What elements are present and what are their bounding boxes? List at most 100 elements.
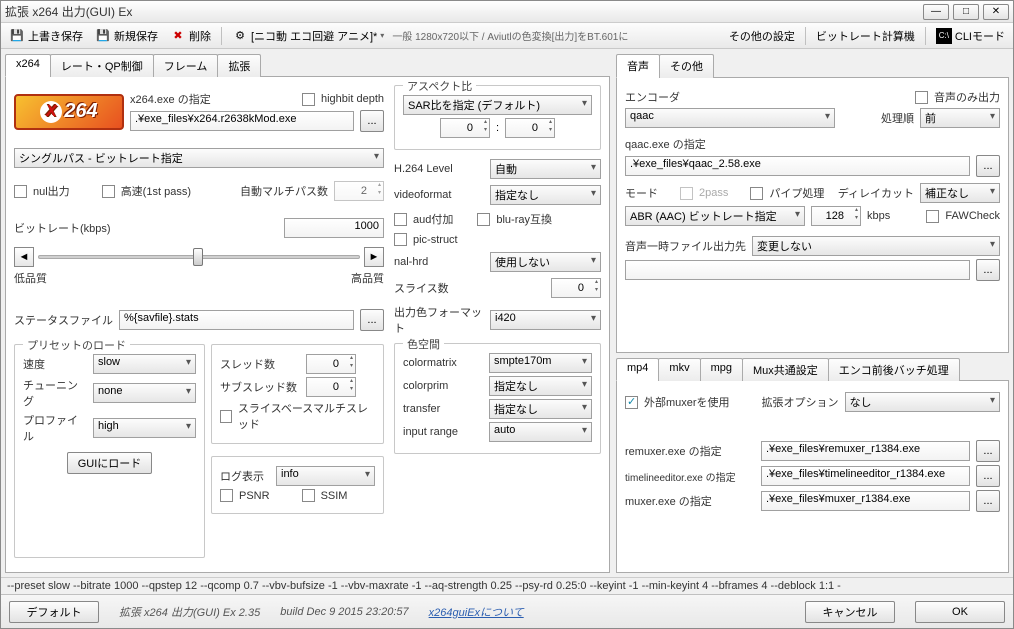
videoformat-select[interactable]: 指定なし [490,185,601,205]
picstruct-checkbox[interactable] [394,233,407,246]
log-select[interactable]: info [276,466,375,486]
tab-audio-other[interactable]: その他 [659,54,714,78]
muxer-browse-button[interactable]: ... [976,490,1000,512]
command-line: --preset slow --bitrate 1000 --qpstep 12… [1,577,1013,594]
inputrange-select[interactable]: auto [489,422,592,442]
colorprim-select[interactable]: 指定なし [489,376,592,396]
slider-thumb[interactable] [193,248,203,266]
transfer-select[interactable]: 指定なし [489,399,592,419]
speed-select[interactable]: slow [93,354,196,374]
delete-button[interactable]: ✖ 削除 [166,26,215,46]
sar-y-spin[interactable]: 0 [505,118,555,138]
x264-exe-input[interactable]: .¥exe_files¥x264.r2638kMod.exe [130,111,354,131]
slider-right-button[interactable]: ► [364,247,384,267]
gear-icon: ⚙ [232,28,248,44]
cli-mode-button[interactable]: C:\ CLIモード [932,26,1009,46]
minimize-button[interactable]: — [923,4,949,20]
aud-checkbox[interactable] [394,213,407,226]
x264-logo: X264 [14,94,124,130]
profile-note: 一般 1280x720以下 / Aviutlの色変換[出力]をBT.601に [392,28,628,43]
auto-multipass-spin[interactable]: 2 [334,181,384,201]
pipe-checkbox[interactable] [750,187,763,200]
h264level-select[interactable]: 自動 [490,159,601,179]
slice-spin[interactable]: 0 [551,278,601,298]
tab-frame[interactable]: フレーム [153,54,219,77]
overwrite-save-button[interactable]: 💾 上書き保存 [5,26,87,46]
tab-mkv[interactable]: mkv [658,358,700,381]
nul-checkbox[interactable] [14,185,27,198]
use-ext-muxer-checkbox[interactable] [625,396,638,409]
psnr-checkbox[interactable] [220,489,233,502]
outfmt-select[interactable]: i420 [490,310,601,330]
x264-exe-browse-button[interactable]: ... [360,110,384,132]
window-title: 拡張 x264 出力(GUI) Ex [5,3,923,20]
bitrate-calc-button[interactable]: ビットレート計算機 [812,26,919,46]
tab-mux-common[interactable]: Mux共通設定 [742,358,829,381]
audio-bitrate-spin[interactable]: 128 [811,206,861,226]
bitrate-input[interactable]: 1000 [284,218,384,238]
x264-exe-label: x264.exe の指定 [130,91,211,107]
nalhrd-select[interactable]: 使用しない [490,252,601,272]
ssim-checkbox[interactable] [302,489,315,502]
toolbar: 💾 上書き保存 💾 新規保存 ✖ 削除 ⚙ [ニコ動 エコ回避 アニメ]* ▾ … [1,23,1013,49]
quality-slider[interactable]: ◄ ► [14,247,384,267]
new-save-button[interactable]: 💾 新規保存 [91,26,162,46]
tab-mp4[interactable]: mp4 [616,358,659,381]
profile-select[interactable]: high [93,418,196,438]
audio-only-checkbox[interactable] [915,91,928,104]
delaycut-select[interactable]: 補正なし [920,183,1000,203]
profile-select[interactable]: ⚙ [ニコ動 エコ回避 アニメ]* ▾ [228,26,388,46]
subthreads-spin[interactable]: 0 [306,377,356,397]
bluray-checkbox[interactable] [477,213,490,226]
x264-page: X264 x264.exe の指定 highbit depth .¥exe_fi… [5,77,610,573]
tab-audio[interactable]: 音声 [616,54,660,78]
slice-multi-checkbox[interactable] [220,410,232,423]
order-select[interactable]: 前 [920,108,1000,128]
save-new-icon: 💾 [95,28,111,44]
save-icon: 💾 [9,28,25,44]
tab-x264[interactable]: x264 [5,54,51,77]
default-button[interactable]: デフォルト [9,601,99,623]
about-link[interactable]: x264guiExについて [429,604,524,620]
status-file-browse-button[interactable]: ... [360,309,384,331]
gui-load-button[interactable]: GUIにロード [67,452,153,474]
close-button[interactable]: ✕ [983,4,1009,20]
fast1st-checkbox[interactable] [102,185,115,198]
threads-spin[interactable]: 0 [306,354,356,374]
tab-rate-qp[interactable]: レート・QP制御 [50,54,154,77]
titlebar: 拡張 x264 出力(GUI) Ex — □ ✕ [1,1,1013,23]
tab-extended[interactable]: 拡張 [217,54,261,77]
audio-exe-browse-button[interactable]: ... [976,155,1000,177]
maximize-button[interactable]: □ [953,4,979,20]
tempfile-path-input[interactable] [625,260,970,280]
status-file-input[interactable]: %{savfile}.stats [119,310,354,330]
audio-mode-select[interactable]: ABR (AAC) ビットレート指定 [625,206,805,226]
highbit-checkbox[interactable] [302,93,315,106]
tuning-select[interactable]: none [93,383,196,403]
slider-left-button[interactable]: ◄ [14,247,34,267]
audio-exe-input[interactable]: .¥exe_files¥qaac_2.58.exe [625,156,970,176]
sar-x-spin[interactable]: 0 [440,118,490,138]
tempfile-browse-button[interactable]: ... [976,259,1000,281]
build-label: build Dec 9 2015 23:20:57 [280,606,408,618]
tempfile-select[interactable]: 変更しない [752,236,1000,256]
terminal-icon: C:\ [936,28,952,44]
cancel-button[interactable]: キャンセル [805,601,895,623]
ok-button[interactable]: OK [915,601,1005,623]
aspect-mode-select[interactable]: SAR比を指定 (デフォルト) [403,95,592,115]
remuxer-input[interactable]: .¥exe_files¥remuxer_r1384.exe [761,441,970,461]
main-tabs: x264 レート・QP制御 フレーム 拡張 [5,53,610,77]
fawcheck-checkbox[interactable] [926,210,939,223]
ext-opt-select[interactable]: なし [845,392,1000,412]
other-settings-button[interactable]: その他の設定 [725,26,799,46]
tab-batch[interactable]: エンコ前後バッチ処理 [828,358,960,381]
twopass-checkbox [680,187,693,200]
encoder-select[interactable]: qaac [625,108,835,128]
remuxer-browse-button[interactable]: ... [976,440,1000,462]
muxer-input[interactable]: .¥exe_files¥muxer_r1384.exe [761,491,970,511]
colormatrix-select[interactable]: smpte170m [489,353,592,373]
tleditor-browse-button[interactable]: ... [976,465,1000,487]
tleditor-input[interactable]: .¥exe_files¥timelineeditor_r1384.exe [761,466,970,486]
tab-mpg[interactable]: mpg [700,358,743,381]
rc-mode-select[interactable]: シングルパス - ビットレート指定 [14,148,384,168]
